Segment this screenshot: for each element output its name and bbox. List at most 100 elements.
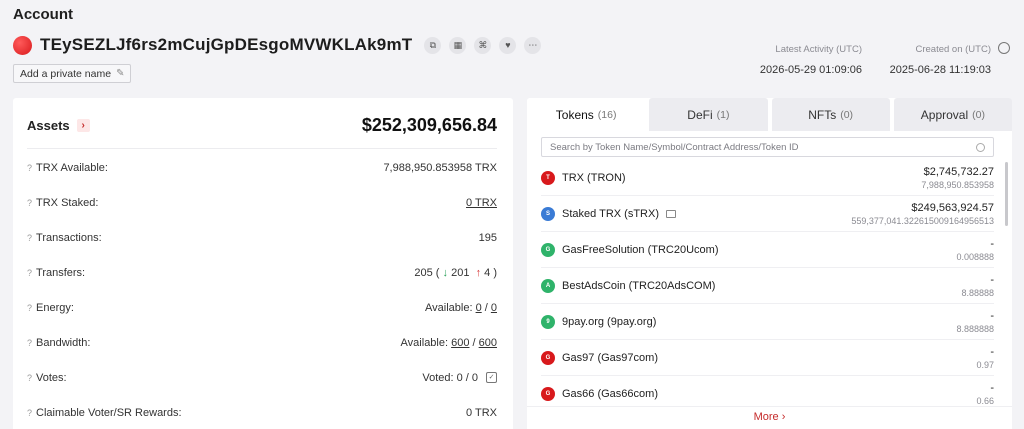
list-item[interactable]: G GasFreeSolution (TRC20Ucom) -0.008888 — [541, 232, 994, 268]
arrow-up-icon: ↑ — [475, 266, 482, 279]
row-transfers: ? Transfers: 205 ( ↓ 201 ↑ 4 ) — [27, 255, 497, 290]
row-trx-staked: ? TRX Staked: 0 TRX — [27, 185, 497, 220]
chevron-right-icon: › — [781, 411, 786, 423]
row-label: TRX Available: — [36, 161, 108, 174]
more-link[interactable]: More › — [527, 406, 1012, 429]
bandwidth-prefix: Available: — [400, 336, 449, 349]
tab-label: NFTs — [808, 107, 837, 122]
trx-staked-link[interactable]: 0 TRX — [466, 197, 497, 209]
more-options-icon[interactable]: ⋯ — [524, 36, 542, 54]
token-amount: 559,377,041.322615009164956513 — [851, 215, 994, 226]
token-value: - — [990, 345, 994, 358]
token-value: $249,563,924.57 — [911, 201, 994, 214]
list-item[interactable]: G Gas97 (Gas97com) -0.97 — [541, 340, 994, 376]
list-item[interactable]: S Staked TRX (sTRX) $249,563,924.57 559,37… — [541, 196, 994, 232]
row-votes: ? Votes: Voted: 0 / 0 ✓ — [27, 360, 497, 395]
help-icon[interactable]: ? — [27, 163, 32, 173]
latest-activity-value: 2026-05-29 01:09:06 — [759, 64, 862, 76]
list-item[interactable]: 9 9pay.org (9pay.org) -8.888888 — [541, 304, 994, 340]
search-icon[interactable] — [976, 142, 985, 152]
tab-count: (16) — [597, 108, 617, 121]
bandwidth-total[interactable]: 600 — [479, 337, 497, 349]
token-value: - — [990, 381, 994, 394]
latest-activity: Latest Activity (UTC) 2026-05-29 01:09:0… — [760, 44, 862, 76]
copy-icon[interactable]: ⧉ — [424, 36, 442, 54]
row-label: Votes: — [36, 371, 67, 384]
row-value: 0 TRX — [466, 406, 497, 419]
created-on-label: Created on (UTC) — [915, 44, 992, 55]
energy-total[interactable]: 0 — [491, 302, 497, 314]
user-icon[interactable] — [998, 42, 1010, 54]
assets-total: $252,309,656.84 — [361, 114, 497, 135]
row-transactions: ? Transactions: 195 — [27, 220, 497, 255]
scrollbar[interactable] — [1005, 162, 1008, 226]
vote-icon[interactable]: ✓ — [486, 372, 497, 383]
token-value: - — [990, 237, 994, 250]
votes-value: Voted: 0 / 0 — [422, 371, 478, 384]
chevron-right-icon[interactable]: › — [76, 118, 90, 132]
list-item[interactable]: T TRX (TRON) $2,745,732.27 7,988,950.85395… — [541, 160, 994, 196]
token-amount: 8.88888 — [961, 287, 994, 298]
token-name: Gas97 (Gas97com) — [562, 351, 658, 364]
latest-activity-label: Latest Activity (UTC) — [775, 44, 862, 55]
assets-title[interactable]: Assets › — [27, 118, 90, 133]
list-item[interactable]: A BestAdsCoin (TRC20AdsCOM) -8.88888 — [541, 268, 994, 304]
row-trx-available: ? TRX Available: 7,988,950.853958 TRX — [27, 150, 497, 185]
row-bandwidth: ? Bandwidth: Available: 600 / 600 — [27, 325, 497, 360]
energy-value: Available: 0 / 0 — [425, 301, 497, 314]
tab-defi[interactable]: DeFi (1) — [649, 98, 768, 131]
help-icon[interactable]: ? — [27, 338, 32, 348]
row-energy: ? Energy: Available: 0 / 0 — [27, 290, 497, 325]
token-amount: 7,988,950.853958 — [921, 179, 994, 190]
token-search-input[interactable] — [550, 141, 976, 153]
token-name: BestAdsCoin (TRC20AdsCOM) — [562, 279, 716, 292]
tab-count: (0) — [972, 108, 985, 121]
tab-label: Approval — [920, 107, 969, 122]
9pay-token-icon: 9 — [541, 314, 555, 329]
account-address: TEySEZLJf6rs2mCujGpDEsgoMVWKLAk9mT — [40, 35, 413, 54]
created-on-value: 2025-06-28 11:19:03 — [889, 64, 991, 76]
tab-approval[interactable]: Approval (0) — [893, 98, 1012, 131]
token-name: GasFreeSolution (TRC20Ucom) — [562, 243, 719, 256]
token-amount: 0.97 — [976, 359, 994, 370]
row-label: Bandwidth: — [36, 336, 91, 349]
help-icon[interactable]: ? — [27, 408, 32, 418]
row-value: 195 — [478, 231, 497, 244]
gas97-token-icon: G — [541, 350, 555, 365]
tron-logo-icon — [13, 35, 32, 55]
bandwidth-used[interactable]: 600 — [451, 337, 469, 349]
qr-code-icon[interactable]: ▦ — [449, 36, 467, 54]
help-icon[interactable]: ? — [27, 373, 32, 383]
add-private-name-button[interactable]: Add a private name ✎ — [13, 64, 132, 83]
token-name: Staked TRX (sTRX) — [562, 207, 659, 220]
row-label: Energy: — [36, 301, 74, 314]
arrow-down-icon: ↓ — [442, 266, 449, 279]
tab-label: DeFi — [687, 107, 713, 122]
tab-bar: Tokens (16) DeFi (1) NFTs (0) Approval (0) — [527, 98, 1012, 131]
help-icon[interactable]: ? — [27, 198, 32, 208]
help-icon[interactable]: ? — [27, 303, 32, 313]
tag-icon[interactable]: ⌘ — [474, 36, 492, 54]
transfers-out: 4 — [484, 266, 491, 279]
energy-used[interactable]: 0 — [476, 302, 482, 314]
strx-token-icon: S — [541, 206, 555, 221]
tab-nfts[interactable]: NFTs (0) — [771, 98, 890, 131]
tokens-card: Tokens(16) DeFi(1) NFTs(0) Approval(0) T… — [527, 98, 1012, 429]
token-value: $2,745,732.27 — [923, 165, 994, 178]
energy-prefix: Available: — [425, 301, 473, 314]
created-on: Created on (UTC) 2025-06-28 11:19:03 — [890, 44, 991, 76]
page-title: Account — [13, 6, 73, 23]
address-row: TEySEZLJf6rs2mCujGpDEsgoMVWKLAk9mT ⧉ ▦ ⌘… — [13, 34, 549, 56]
more-label: More — [753, 411, 779, 423]
transfers-in: 201 — [451, 266, 470, 279]
help-icon[interactable]: ? — [27, 233, 32, 243]
bandwidth-value: Available: 600 / 600 — [400, 336, 497, 349]
gasfree-token-icon: G — [541, 242, 555, 257]
token-search[interactable] — [541, 137, 994, 157]
tab-tokens[interactable]: Tokens (16) — [527, 98, 646, 131]
help-icon[interactable]: ? — [27, 268, 32, 278]
token-amount: 0.008888 — [956, 251, 994, 262]
private-name-label: Add a private name — [20, 67, 112, 80]
heart-icon[interactable]: ♥ — [499, 36, 517, 54]
tab-label: Tokens — [555, 107, 594, 122]
